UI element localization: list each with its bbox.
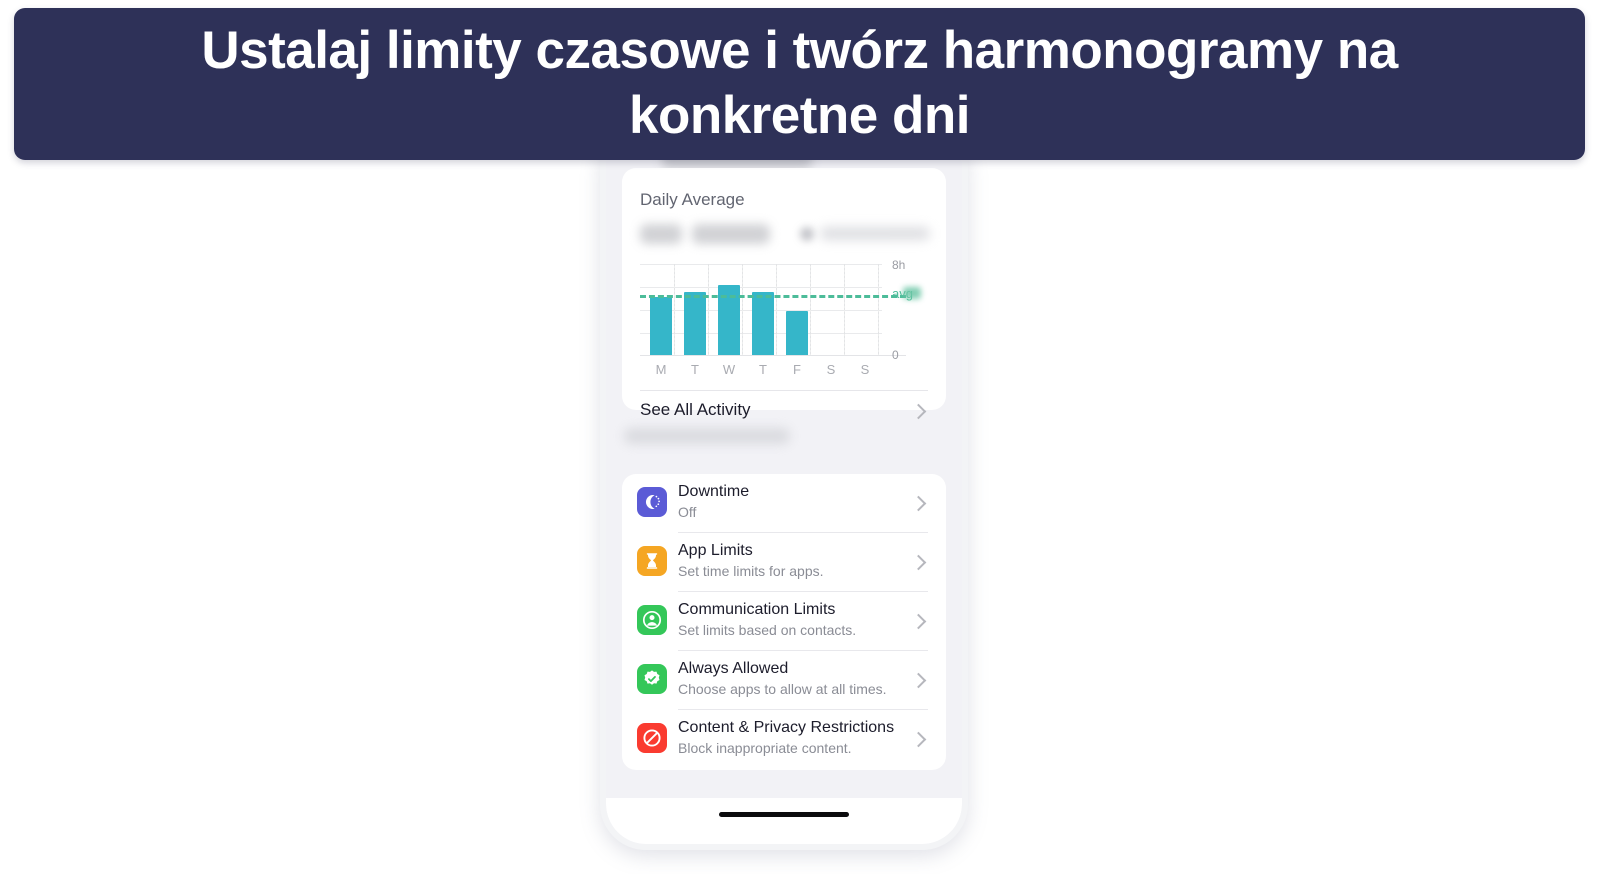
settings-row-title: Content & Privacy Restrictions — [678, 719, 895, 736]
checkmark-seal-icon — [637, 664, 667, 694]
obscured-text-block — [692, 224, 770, 244]
gridline — [844, 264, 845, 356]
settings-row-title: Always Allowed — [678, 660, 789, 677]
person-circle-icon — [637, 605, 667, 635]
phone-screen: Daily Average 8h 0 M T W T F S S See All… — [606, 126, 962, 844]
chevron-right-icon — [910, 613, 927, 630]
settings-row-title: Communication Limits — [678, 601, 836, 618]
settings-row-content-privacy-restrictions[interactable]: Content & Privacy Restrictions Block ina… — [622, 710, 946, 769]
settings-row-subtitle: Choose apps to allow at all times. — [678, 681, 887, 697]
chart-bar — [786, 311, 808, 356]
settings-row-subtitle: Block inappropriate content. — [678, 740, 852, 756]
chart-plot-area — [640, 264, 906, 356]
x-tick-label: T — [691, 362, 699, 377]
chart-bar — [650, 297, 672, 356]
x-axis-labels: M T W T F S S — [640, 362, 882, 380]
obscured-avatar-dot — [800, 227, 814, 241]
settings-row-title: Downtime — [678, 483, 750, 500]
chevron-right-icon — [910, 495, 927, 512]
x-tick-label: W — [722, 362, 736, 377]
moon-clock-icon — [637, 487, 667, 517]
screen-time-bar-chart: 8h 0 avg M T W T F S S — [640, 258, 928, 384]
chevron-right-icon — [910, 403, 927, 420]
phone-frame: Daily Average 8h 0 M T W T F S S See All… — [600, 120, 968, 850]
headline-text: Ustalaj limity czasowe i twórz harmonogr… — [201, 21, 1398, 145]
settings-row-communication-limits[interactable]: Communication Limits Set limits based on… — [622, 592, 946, 651]
gridline — [742, 264, 743, 356]
headline-banner: Ustalaj limity czasowe i twórz harmonogr… — [14, 8, 1585, 160]
x-tick-label: M — [655, 362, 667, 377]
gridline — [708, 264, 709, 356]
x-tick-label: T — [759, 362, 767, 377]
gridline — [776, 264, 777, 356]
x-tick-label: S — [860, 362, 870, 377]
chevron-right-icon — [910, 554, 927, 571]
x-tick-label: F — [793, 362, 801, 377]
y-axis-bottom-label: 0 — [892, 348, 899, 362]
chart-bar — [684, 291, 706, 356]
home-indicator-area — [606, 798, 962, 844]
prohibited-icon — [637, 723, 667, 753]
gridline — [640, 264, 882, 265]
gridline — [878, 264, 879, 356]
settings-row-always-allowed[interactable]: Always Allowed Choose apps to allow at a… — [622, 651, 946, 710]
obscured-text-block — [820, 227, 930, 240]
chart-bar — [752, 291, 774, 356]
y-axis-top-label: 8h — [892, 258, 906, 272]
settings-row-subtitle: Set limits based on contacts. — [678, 622, 857, 638]
gridline — [810, 264, 811, 356]
see-all-activity-row[interactable]: See All Activity — [622, 390, 946, 432]
chevron-right-icon — [910, 672, 927, 689]
average-line — [640, 295, 906, 299]
settings-row-title: App Limits — [678, 542, 753, 559]
see-all-activity-label: See All Activity — [640, 400, 751, 419]
chart-baseline — [640, 355, 906, 356]
settings-row-downtime[interactable]: Downtime Off — [622, 474, 946, 533]
chevron-right-icon — [910, 731, 927, 748]
settings-row-subtitle: Set time limits for apps. — [678, 563, 824, 579]
obscured-section-caption — [624, 428, 790, 444]
daily-average-card: Daily Average 8h 0 M T W T F S S See All… — [622, 168, 946, 420]
obscured-subtitle-row — [640, 222, 930, 246]
settings-row-app-limits[interactable]: App Limits Set time limits for apps. — [622, 533, 946, 592]
home-indicator[interactable] — [719, 812, 849, 817]
daily-average-title: Daily Average — [640, 190, 745, 209]
obscured-text-block — [640, 224, 682, 244]
gridline — [640, 287, 882, 288]
screen-time-settings-card: Downtime Off App Limits Set time limits … — [622, 474, 946, 770]
hourglass-icon — [637, 546, 667, 576]
x-tick-label: S — [826, 362, 836, 377]
gridline — [674, 264, 675, 356]
settings-row-subtitle: Off — [678, 504, 697, 520]
obscured-average-value — [903, 287, 921, 300]
